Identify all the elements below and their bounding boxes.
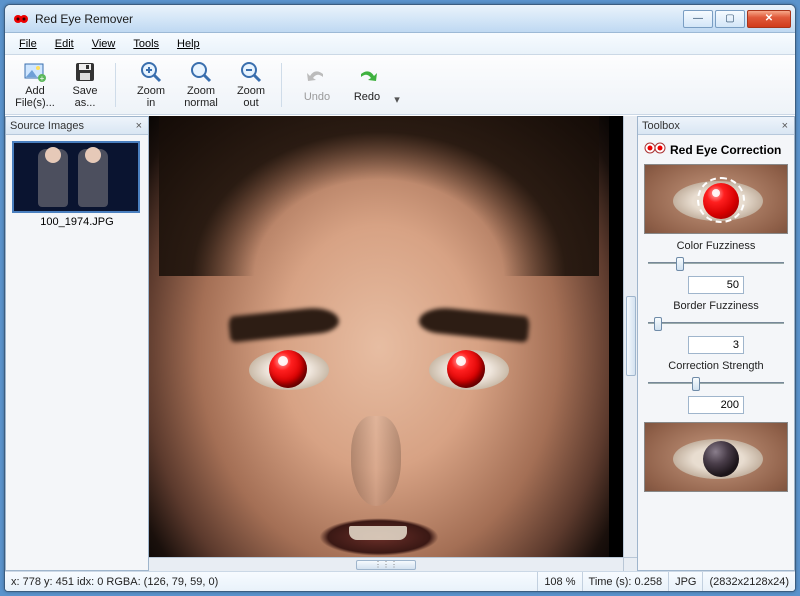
app-icon: [13, 11, 29, 27]
close-icon[interactable]: ×: [134, 120, 144, 132]
redo-button[interactable]: Redo: [343, 58, 391, 112]
border-fuzziness-input[interactable]: [688, 336, 744, 354]
toolbox-title: Toolbox: [642, 120, 680, 132]
status-zoom: 108 %: [537, 572, 581, 591]
zoom-out-icon: [239, 60, 263, 84]
correction-strength-slider[interactable]: [648, 374, 784, 392]
before-preview: [644, 164, 788, 234]
toolbox-panel: Toolbox × Red Eye Correction Color Fuzzi…: [637, 116, 795, 571]
zoom-out-button[interactable]: Zoom out: [227, 58, 275, 112]
correction-strength-label: Correction Strength: [644, 360, 788, 372]
image-add-icon: +: [23, 60, 47, 84]
save-as-button[interactable]: Save as...: [61, 58, 109, 112]
toolbar-overflow[interactable]: ▾: [393, 58, 401, 112]
redo-icon: [355, 66, 379, 90]
image-canvas[interactable]: [149, 116, 623, 557]
source-images-title: Source Images: [10, 120, 84, 132]
menubar: File Edit View Tools Help: [5, 33, 795, 55]
zoom-normal-label: Zoom normal: [184, 86, 218, 109]
color-fuzziness-input[interactable]: [688, 276, 744, 294]
redo-label: Redo: [354, 92, 380, 104]
undo-icon: [305, 66, 329, 90]
source-images-header[interactable]: Source Images ×: [6, 117, 148, 135]
border-fuzziness-slider[interactable]: [648, 314, 784, 332]
menu-help[interactable]: Help: [169, 36, 208, 52]
window-buttons: — ▢ ✕: [681, 10, 791, 28]
after-preview: [644, 422, 788, 492]
source-images-panel: Source Images × 100_1974.JPG: [5, 116, 149, 571]
red-eye-right: [447, 350, 485, 388]
scroll-corner: [623, 557, 637, 571]
menu-tools[interactable]: Tools: [125, 36, 167, 52]
toolbar: + Add File(s)... Save as... Zoom in Zoom…: [5, 55, 795, 115]
undo-label: Undo: [304, 92, 330, 104]
separator: [281, 63, 287, 107]
undo-button[interactable]: Undo: [293, 58, 341, 112]
horizontal-scrollbar[interactable]: ⋮⋮⋮: [149, 557, 623, 571]
tool-heading-label: Red Eye Correction: [670, 143, 781, 157]
titlebar[interactable]: Red Eye Remover — ▢ ✕: [5, 5, 795, 33]
zoom-normal-button[interactable]: Zoom normal: [177, 58, 225, 112]
zoom-in-button[interactable]: Zoom in: [127, 58, 175, 112]
zoom-in-icon: [139, 60, 163, 84]
close-button[interactable]: ✕: [747, 10, 791, 28]
red-eye-left: [269, 350, 307, 388]
tool-heading: Red Eye Correction: [644, 139, 788, 162]
separator: [115, 63, 121, 107]
minimize-button[interactable]: —: [683, 10, 713, 28]
color-fuzziness-label: Color Fuzziness: [644, 240, 788, 252]
vertical-scrollbar[interactable]: [623, 116, 637, 557]
zoom-in-label: Zoom in: [137, 86, 165, 109]
red-eye-icon: [644, 141, 666, 158]
statusbar: x: 778 y: 451 idx: 0 RGBA: (126, 79, 59,…: [5, 571, 795, 591]
window-title: Red Eye Remover: [35, 12, 681, 26]
workspace: Source Images × 100_1974.JPG: [5, 115, 795, 571]
zoom-out-label: Zoom out: [237, 86, 265, 109]
border-fuzziness-label: Border Fuzziness: [644, 300, 788, 312]
svg-text:+: +: [40, 74, 45, 83]
image-viewport: ⋮⋮⋮: [149, 116, 637, 571]
thumbnail-label: 100_1974.JPG: [12, 213, 142, 228]
status-format: JPG: [668, 572, 702, 591]
color-fuzziness-slider[interactable]: [648, 254, 784, 272]
correction-strength-input[interactable]: [688, 396, 744, 414]
floppy-icon: [73, 60, 97, 84]
app-window: Red Eye Remover — ▢ ✕ File Edit View Too…: [4, 4, 796, 592]
menu-file[interactable]: File: [11, 36, 45, 52]
close-icon[interactable]: ×: [780, 120, 790, 132]
add-files-label: Add File(s)...: [15, 86, 55, 109]
save-as-label: Save as...: [72, 86, 97, 109]
toolbox-header[interactable]: Toolbox ×: [638, 117, 794, 135]
maximize-button[interactable]: ▢: [715, 10, 745, 28]
thumbnail-list: 100_1974.JPG: [6, 135, 148, 234]
thumbnail[interactable]: [12, 141, 140, 213]
zoom-normal-icon: [189, 60, 213, 84]
menu-edit[interactable]: Edit: [47, 36, 82, 52]
menu-view[interactable]: View: [84, 36, 124, 52]
status-coords: x: 778 y: 451 idx: 0 RGBA: (126, 79, 59,…: [5, 572, 537, 591]
status-time: Time (s): 0.258: [582, 572, 669, 591]
add-files-button[interactable]: + Add File(s)...: [11, 58, 59, 112]
status-dims: (2832x2128x24): [702, 572, 795, 591]
